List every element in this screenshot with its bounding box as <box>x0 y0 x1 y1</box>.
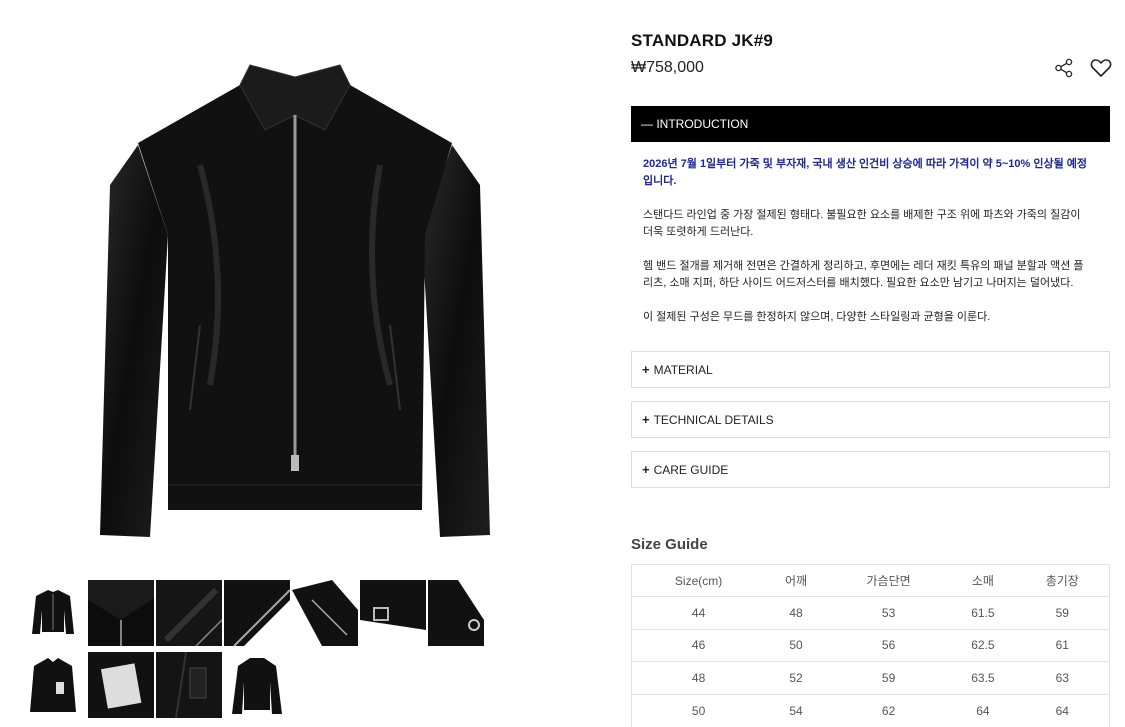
table-cell: 59 <box>1015 596 1110 629</box>
introduction-body: 2026년 7월 1일부터 가죽 및 부자재, 국내 생산 인건비 상승에 따라… <box>643 156 1093 343</box>
table-cell: 52 <box>765 661 827 694</box>
table-header: 총기장 <box>1015 564 1110 597</box>
table-cell: 56 <box>826 628 951 662</box>
thumbnail-back-full[interactable] <box>224 652 290 718</box>
thumbnail-cuff-adjuster[interactable] <box>360 580 426 646</box>
table-row: 50 54 62 64 64 <box>631 693 1110 727</box>
plus-icon: + <box>642 362 650 377</box>
thumbnail-collar-detail[interactable] <box>88 580 154 646</box>
table-row: 44 48 53 61.5 59 <box>631 596 1110 629</box>
table-row: 46 50 56 62.5 61 <box>631 628 1110 662</box>
table-cell: 48 <box>631 661 766 694</box>
plus-icon: + <box>642 462 650 477</box>
table-header: 소매 <box>950 564 1016 597</box>
table-header: Size(cm) <box>631 564 766 597</box>
share-icon <box>1055 58 1073 78</box>
table-header: 어깨 <box>765 564 827 597</box>
accordion-technical-details[interactable]: + TECHNICAL DETAILS <box>631 401 1110 438</box>
table-cell: 54 <box>765 693 827 727</box>
table-cell: 61.5 <box>950 596 1016 629</box>
main-product-image <box>90 55 500 545</box>
table-cell: 64 <box>950 693 1016 727</box>
table-cell: 44 <box>631 596 766 629</box>
table-cell: 53 <box>826 596 951 629</box>
thumbnail-front-open[interactable] <box>20 652 86 718</box>
intro-paragraph-2: 헴 밴드 절개를 제거해 전면은 간결하게 정리하고, 후면에는 레더 재킷 특… <box>643 260 1084 289</box>
size-guide-title: Size Guide <box>631 536 708 553</box>
thumbnail-zipper-detail[interactable] <box>224 580 290 646</box>
table-cell: 63 <box>1015 661 1110 694</box>
thumbnail-inner-label[interactable] <box>156 652 222 718</box>
table-cell: 63.5 <box>950 661 1016 694</box>
table-cell: 59 <box>826 661 951 694</box>
table-cell: 62 <box>826 693 951 727</box>
thumbnail-front-full[interactable] <box>20 580 86 646</box>
thumbnail-label-tag[interactable] <box>88 652 154 718</box>
thumbnail-leather-texture[interactable] <box>156 580 222 646</box>
table-cell: 48 <box>765 596 827 629</box>
table-cell: 50 <box>631 693 766 727</box>
table-header: 가슴단면 <box>826 564 951 597</box>
table-cell: 64 <box>1015 693 1110 727</box>
accordion-label: MATERIAL <box>653 363 713 377</box>
accordion-label: CARE GUIDE <box>653 463 729 477</box>
table-cell: 61 <box>1015 628 1110 662</box>
size-guide-table: Size(cm) 어깨 가슴단면 소매 총기장 44 48 53 61.5 59… <box>631 564 1110 727</box>
intro-paragraph-1: 스탠다드 라인업 중 가장 절제된 형태다. 불필요한 요소를 배제한 구조 위… <box>643 209 1081 238</box>
product-price: ₩758,000 <box>631 59 704 76</box>
table-cell: 62.5 <box>950 628 1016 662</box>
product-title: STANDARD JK#9 <box>631 31 774 50</box>
accordion-material[interactable]: + MATERIAL <box>631 351 1110 388</box>
table-cell: 46 <box>631 628 766 662</box>
introduction-header[interactable]: — INTRODUCTION <box>631 106 1110 142</box>
accordion-label: TECHNICAL DETAILS <box>653 413 774 427</box>
share-button[interactable] <box>1054 58 1074 78</box>
table-header-row: Size(cm) 어깨 가슴단면 소매 총기장 <box>631 564 1110 597</box>
thumbnail-zipper-pull[interactable] <box>428 580 484 646</box>
table-cell: 50 <box>765 628 827 662</box>
price-notice: 2026년 7월 1일부터 가죽 및 부자재, 국내 생산 인건비 상승에 따라… <box>643 158 1087 187</box>
wishlist-button[interactable] <box>1090 58 1112 78</box>
plus-icon: + <box>642 412 650 427</box>
thumbnail-sleeve-zipper[interactable] <box>292 580 358 646</box>
intro-paragraph-3: 이 절제된 구성은 무드를 한정하지 않으며, 다양한 스타일링과 균형을 이룬… <box>643 311 991 323</box>
table-row: 48 52 59 63.5 63 <box>631 661 1110 694</box>
accordion-care-guide[interactable]: + CARE GUIDE <box>631 451 1110 488</box>
heart-icon <box>1090 59 1112 77</box>
